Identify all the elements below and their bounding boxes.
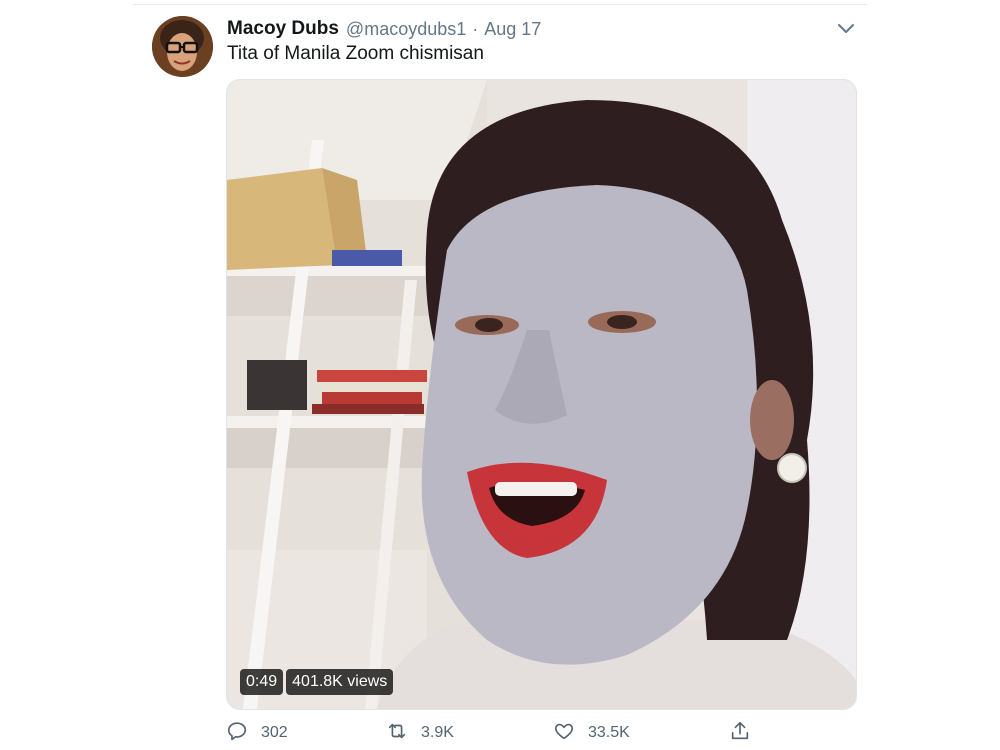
like-count: 33.5K — [588, 724, 630, 741]
tweet-actions: 302 3.9K 33.5K — [226, 720, 766, 746]
reply-count: 302 — [261, 724, 288, 741]
top-divider — [133, 4, 867, 5]
reply-icon — [226, 720, 248, 747]
share-button[interactable] — [729, 720, 751, 746]
author-name[interactable]: Macoy Dubs — [227, 18, 339, 40]
share-icon — [729, 720, 751, 747]
reply-button[interactable]: 302 — [226, 720, 288, 746]
retweet-button[interactable]: 3.9K — [386, 720, 454, 746]
retweet-count: 3.9K — [421, 724, 454, 741]
avatar[interactable] — [152, 16, 213, 77]
author-handle[interactable]: @macoydubs1 — [346, 19, 466, 40]
video-frame — [227, 80, 856, 709]
tweet-header: Macoy Dubs @macoydubs1 · Aug 17 — [227, 16, 541, 42]
video-duration: 0:49 — [240, 669, 284, 695]
chevron-down-icon[interactable] — [836, 20, 856, 38]
heart-icon — [553, 720, 575, 747]
video-views: 401.8K views — [286, 669, 394, 695]
retweet-icon — [386, 720, 408, 747]
like-button[interactable]: 33.5K — [553, 720, 630, 746]
tweet-date[interactable]: Aug 17 — [484, 19, 541, 40]
video-player[interactable]: 0:49 401.8K views — [226, 79, 857, 710]
video-badges: 0:49 401.8K views — [240, 669, 394, 695]
avatar-image — [152, 16, 213, 77]
separator-dot: · — [472, 18, 479, 39]
tweet-text: Tita of Manila Zoom chismisan — [227, 43, 484, 64]
